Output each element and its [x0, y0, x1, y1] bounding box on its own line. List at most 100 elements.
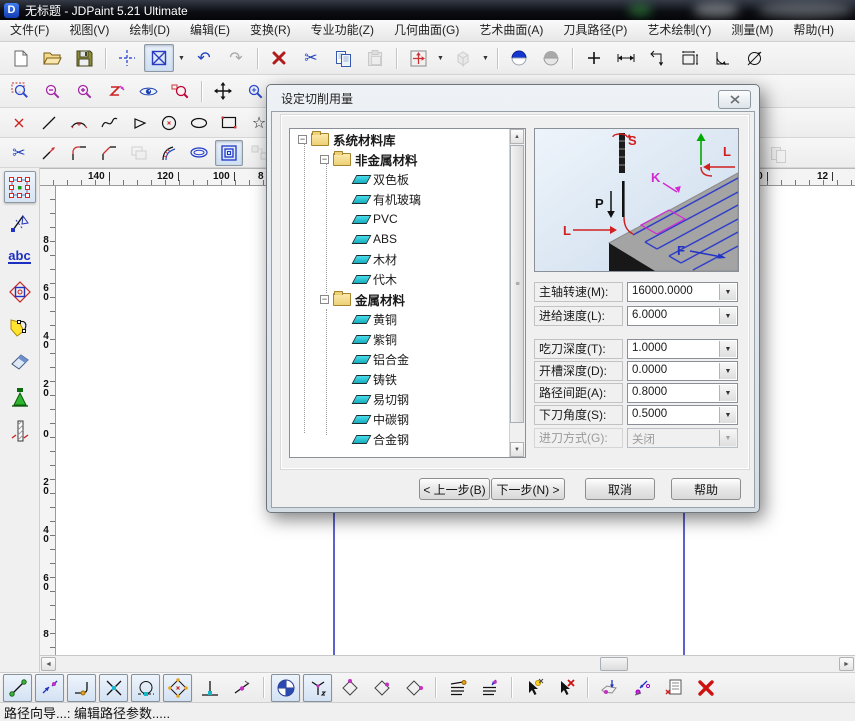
snap-tangent-button[interactable] [131, 674, 160, 702]
scroll-right-button[interactable]: ► [839, 657, 854, 671]
chevron-down-icon[interactable]: ▼ [719, 284, 736, 300]
chevron-down-icon[interactable]: ▼ [719, 308, 736, 324]
plunge-angle-combo[interactable]: 0.5000 ▼ [627, 405, 738, 425]
menu-art-draw[interactable]: 艺术绘制(Y) [637, 20, 721, 41]
previous-view-button[interactable] [101, 77, 131, 105]
horizontal-scrollbar[interactable]: ◄ ► [40, 655, 855, 672]
delete-all-button[interactable] [691, 674, 720, 702]
pick-verify-button[interactable] [627, 674, 656, 702]
eraser-tool-button[interactable] [4, 346, 36, 378]
draw-line-button[interactable] [35, 110, 63, 136]
spindle-speed-combo[interactable]: 16000.0000 ▼ [627, 282, 738, 302]
collapse-icon[interactable]: − [298, 135, 307, 144]
scroll-left-button[interactable]: ◄ [41, 657, 56, 671]
draw-ellipse-button[interactable] [185, 110, 213, 136]
pick-remove-button[interactable] [551, 674, 580, 702]
zoom-in-button[interactable] [69, 77, 99, 105]
menu-toolpath[interactable]: 刀具路径(P) [553, 20, 637, 41]
chevron-down-icon[interactable]: ▼ [719, 341, 736, 357]
menu-transform[interactable]: 变换(R) [240, 20, 301, 41]
cancel-button[interactable]: 取消 [585, 478, 655, 500]
view-3d-dropdown[interactable]: ▼ [480, 46, 491, 70]
snap-quadrant-button[interactable] [163, 674, 192, 702]
nc-output-tool-button[interactable] [4, 416, 36, 448]
parameter-list-button[interactable] [659, 674, 688, 702]
select-region-dropdown[interactable]: ▼ [176, 46, 187, 70]
zoom-object-button[interactable] [165, 77, 195, 105]
next-button[interactable]: 下一步(N) > [491, 478, 565, 500]
menu-measure[interactable]: 测量(M) [721, 20, 783, 41]
plane-yz-button[interactable] [367, 674, 396, 702]
draw-rectangle-button[interactable] [215, 110, 243, 136]
collapse-icon[interactable]: − [320, 155, 329, 164]
cut-depth-combo[interactable]: 1.0000 ▼ [627, 339, 738, 359]
menu-draw[interactable]: 绘制(D) [119, 20, 180, 41]
tree-scrollbar[interactable]: ▲ ▼ ≡ [509, 129, 525, 457]
profile-2-button[interactable] [475, 674, 504, 702]
menu-geometric-surface[interactable]: 几何曲面(G) [384, 20, 469, 41]
draw-polygon-button[interactable] [125, 110, 153, 136]
plane-zx-button[interactable] [399, 674, 428, 702]
pick-add-button[interactable] [519, 674, 548, 702]
zoom-out-button[interactable] [37, 77, 67, 105]
plane-xy-button[interactable] [335, 674, 364, 702]
help-button[interactable]: 帮助 [671, 478, 741, 500]
menu-file[interactable]: 文件(F) [0, 20, 59, 41]
menu-art-surface[interactable]: 艺术曲面(A) [469, 20, 553, 41]
render-wireframe-button[interactable] [536, 44, 566, 72]
snap-corner-button[interactable] [67, 674, 96, 702]
offset-button[interactable] [125, 140, 153, 166]
profile-1-button[interactable] [443, 674, 472, 702]
menu-edit[interactable]: 编辑(E) [180, 20, 240, 41]
delete-button[interactable] [264, 44, 294, 72]
parallel-button[interactable] [155, 140, 183, 166]
fill-tool-button[interactable] [4, 381, 36, 413]
menu-view[interactable]: 视图(V) [59, 20, 119, 41]
scrollbar-thumb[interactable] [600, 657, 628, 671]
path-spacing-combo[interactable]: 0.8000 ▼ [627, 383, 738, 403]
snap-crosshair-button[interactable] [112, 44, 142, 72]
render-shaded-button[interactable] [504, 44, 534, 72]
hidden-toolbar-button[interactable] [763, 140, 793, 168]
text-tool-button[interactable]: abc [4, 241, 36, 273]
trim-button[interactable]: ✂ [5, 140, 33, 166]
feed-rate-combo[interactable]: 6.0000 ▼ [627, 306, 738, 326]
ellipse-offset-button[interactable] [185, 140, 213, 166]
menu-pro-functions[interactable]: 专业功能(Z) [301, 20, 384, 41]
draw-spline-button[interactable] [95, 110, 123, 136]
dim-circle-button[interactable] [739, 44, 769, 72]
scroll-down-button[interactable]: ▼ [510, 442, 524, 457]
copy-button[interactable] [328, 44, 358, 72]
draw-point-button[interactable] [5, 110, 33, 136]
collapse-icon[interactable]: − [320, 295, 329, 304]
scrollbar-thumb[interactable]: ≡ [510, 145, 524, 423]
save-button[interactable] [69, 44, 99, 72]
view-3d-button[interactable] [448, 44, 478, 72]
contour-offset-button[interactable] [215, 140, 243, 166]
paste-button[interactable] [360, 44, 390, 72]
snap-direction-button[interactable] [35, 674, 64, 702]
snap-intersection-button[interactable] [99, 674, 128, 702]
material-tree[interactable]: − 系统材料库 − 非金属材料 双色板 有机玻璃 PVC ABS 木材 代木 − [289, 128, 526, 458]
chevron-down-icon[interactable]: ▼ [719, 385, 736, 401]
dim-path-button[interactable] [643, 44, 673, 72]
dim-horizontal-button[interactable] [611, 44, 641, 72]
select-region-button[interactable] [144, 44, 174, 72]
cut-button[interactable]: ✂ [296, 44, 326, 72]
fillet-button[interactable] [65, 140, 93, 166]
draw-circle-button[interactable] [155, 110, 183, 136]
extend-button[interactable] [35, 140, 63, 166]
menu-help[interactable]: 帮助(H) [783, 20, 844, 41]
drop-item-button[interactable] [595, 674, 624, 702]
dialog-close-button[interactable] [718, 90, 751, 109]
undo-button[interactable]: ↶ [189, 44, 219, 72]
redo-button[interactable]: ↷ [221, 44, 251, 72]
snap-axis-button[interactable] [303, 674, 332, 702]
chamfer-button[interactable] [95, 140, 123, 166]
snap-grid-button[interactable] [271, 674, 300, 702]
snap-perpendicular-button[interactable] [195, 674, 224, 702]
pan-button[interactable] [208, 77, 238, 105]
draw-arc-button[interactable] [65, 110, 93, 136]
snap-nearest-button[interactable] [227, 674, 256, 702]
select-tool-button[interactable] [4, 171, 36, 203]
